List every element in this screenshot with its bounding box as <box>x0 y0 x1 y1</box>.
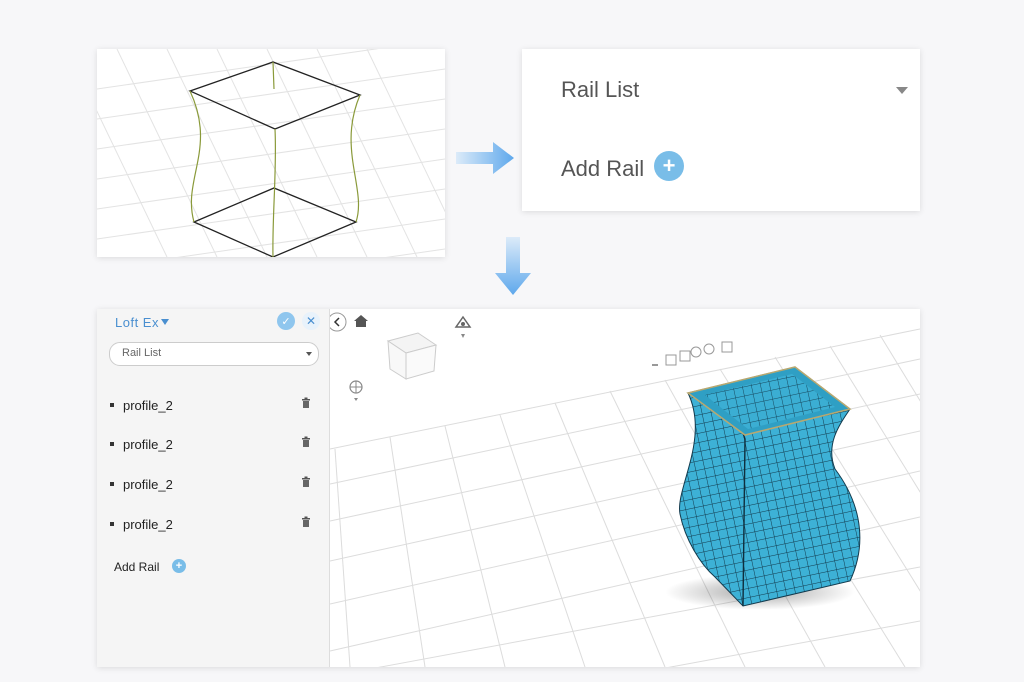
bullet-icon <box>110 522 114 526</box>
select-value: Rail List <box>122 347 162 359</box>
add-rail-label: Add Rail <box>561 156 645 181</box>
right-arrow-icon <box>456 142 514 174</box>
rail-list-item[interactable]: profile_2 <box>109 436 319 454</box>
trash-icon[interactable] <box>301 397 311 409</box>
orbit-icon[interactable] <box>349 380 363 401</box>
rail-list-card: Rail List Add Rail + <box>522 49 920 211</box>
rail-list-title: Rail List <box>561 77 640 102</box>
chevron-left-icon[interactable] <box>330 312 347 332</box>
view-cube[interactable] <box>386 332 438 380</box>
rail-label: profile_2 <box>123 517 173 532</box>
plus-circle-icon[interactable]: + <box>172 559 186 573</box>
loft-rails <box>189 61 361 257</box>
add-rail-label: Add Rail <box>114 560 160 574</box>
rail-label: profile_2 <box>123 477 173 492</box>
3d-viewport[interactable] <box>330 309 920 667</box>
wireframe-canvas <box>97 49 445 257</box>
rail-list-item[interactable]: profile_2 <box>109 476 319 494</box>
trash-icon[interactable] <box>301 436 311 448</box>
close-icon[interactable]: ✕ <box>302 312 320 330</box>
floor-grid <box>97 49 445 257</box>
loft-app-window: Loft Ex ✓ ✕ Rail List profile_2 profile_… <box>97 309 920 667</box>
trash-icon[interactable] <box>301 476 311 488</box>
rail-list-item[interactable]: profile_2 <box>109 516 319 534</box>
rail-label: profile_2 <box>123 398 173 413</box>
check-icon[interactable]: ✓ <box>277 312 295 330</box>
bullet-icon <box>110 403 114 407</box>
panel-title: Loft Ex <box>115 315 159 330</box>
home-icon[interactable] <box>354 315 368 327</box>
rail-list-item[interactable]: profile_2 <box>109 397 319 415</box>
rail-label: profile_2 <box>123 437 173 452</box>
plus-circle-icon[interactable]: + <box>654 151 684 181</box>
viewport-canvas <box>330 312 920 667</box>
loft-sidebar: Loft Ex ✓ ✕ Rail List profile_2 profile_… <box>97 309 330 667</box>
bullet-icon <box>110 482 114 486</box>
floating-toolbar[interactable] <box>652 341 733 366</box>
wireframe-preview <box>97 49 445 257</box>
chevron-down-icon[interactable] <box>896 87 908 94</box>
bullet-icon <box>110 442 114 446</box>
lofted-vase[interactable] <box>679 366 861 607</box>
chevron-down-icon[interactable] <box>161 319 169 325</box>
trash-icon[interactable] <box>301 516 311 528</box>
down-arrow-icon <box>495 237 531 295</box>
chevron-down-icon <box>306 352 312 356</box>
navigation-icon[interactable] <box>454 315 472 338</box>
rail-list-select[interactable]: Rail List <box>109 342 319 366</box>
